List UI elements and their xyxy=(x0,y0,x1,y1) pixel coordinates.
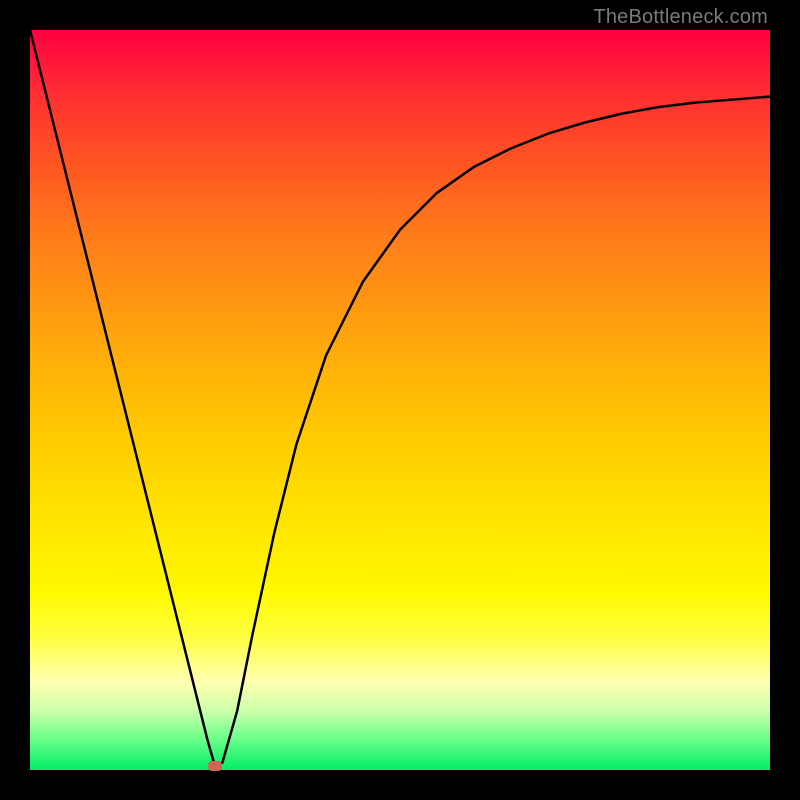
curve-path xyxy=(30,30,770,766)
optimum-marker xyxy=(208,761,222,771)
watermark-label: TheBottleneck.com xyxy=(593,6,768,29)
curve-svg xyxy=(30,30,770,770)
chart-frame: TheBottleneck.com xyxy=(0,0,800,800)
plot-area xyxy=(30,30,770,770)
